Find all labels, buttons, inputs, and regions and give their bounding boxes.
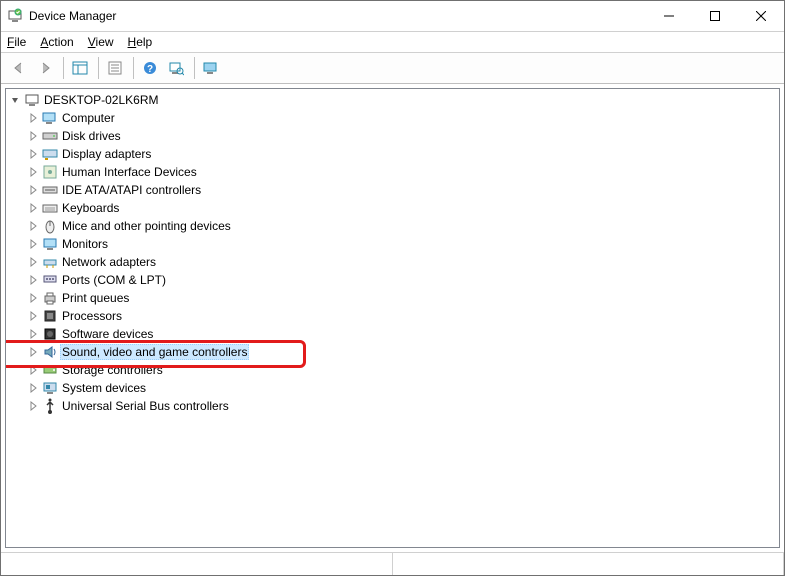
tree-item-label: Print queues [60,291,131,305]
disk-icon [42,128,58,144]
processor-icon [42,308,58,324]
expander-icon[interactable] [26,327,40,341]
tree-root[interactable]: DESKTOP-02LK6RM [6,91,779,109]
tree-item[interactable]: Network adapters [6,253,779,271]
expander-icon[interactable] [26,219,40,233]
menu-help[interactable]: Help [128,35,153,49]
tree-item-label: Mice and other pointing devices [60,219,233,233]
system-icon [42,380,58,396]
menubar: File Action View Help [1,32,784,53]
toolbar: ? [1,53,784,84]
tree-item-label: Ports (COM & LPT) [60,273,168,287]
tree-item[interactable]: IDE ATA/ATAPI controllers [6,181,779,199]
tree-item-label: IDE ATA/ATAPI controllers [60,183,203,197]
tree-item[interactable]: Human Interface Devices [6,163,779,181]
storage-icon [42,362,58,378]
tree-item[interactable]: Universal Serial Bus controllers [6,397,779,415]
tree-item-label: Universal Serial Bus controllers [60,399,231,413]
display-adapter-icon [42,146,58,162]
mouse-icon [42,218,58,234]
tree-item-label: Processors [60,309,124,323]
menu-action[interactable]: Action [40,35,73,49]
expander-icon[interactable] [26,129,40,143]
back-button[interactable] [7,56,31,80]
tree-item-label: Network adapters [60,255,158,269]
statusbar [1,552,784,575]
toolbar-separator [194,57,195,79]
devices-button[interactable] [199,56,223,80]
tree-item[interactable]: Ports (COM & LPT) [6,271,779,289]
expander-icon[interactable] [26,345,40,359]
tree-item[interactable]: Display adapters [6,145,779,163]
properties-button[interactable] [103,56,127,80]
expander-icon[interactable] [26,147,40,161]
tree-item-label: Display adapters [60,147,153,161]
tree-item[interactable]: Print queues [6,289,779,307]
tree-item[interactable]: Keyboards [6,199,779,217]
expander-icon[interactable] [26,201,40,215]
minimize-button[interactable] [646,1,692,31]
network-icon [42,254,58,270]
titlebar: Device Manager [1,1,784,32]
tree-item-label: System devices [60,381,148,395]
software-icon [42,326,58,342]
toolbar-separator [98,57,99,79]
maximize-button[interactable] [692,1,738,31]
tree-item[interactable]: Computer [6,109,779,127]
tree-item[interactable]: Processors [6,307,779,325]
computer-root-icon [24,92,40,108]
tree-item[interactable]: Disk drives [6,127,779,145]
tree-item[interactable]: Software devices [6,325,779,343]
close-button[interactable] [738,1,784,31]
expander-icon[interactable] [8,93,22,107]
expander-icon[interactable] [26,291,40,305]
help-button[interactable]: ? [138,56,162,80]
tree-item[interactable]: Sound, video and game controllers [6,343,779,361]
tree-item[interactable]: Mice and other pointing devices [6,217,779,235]
svg-text:?: ? [147,64,153,75]
usb-icon [42,398,58,414]
ports-icon [42,272,58,288]
menu-view[interactable]: View [88,35,114,49]
expander-icon[interactable] [26,309,40,323]
hid-icon [42,164,58,180]
tree-root-label: DESKTOP-02LK6RM [42,93,161,107]
expander-icon[interactable] [26,183,40,197]
tree-item-label: Storage controllers [60,363,165,377]
monitor-icon [42,236,58,252]
sound-icon [42,344,58,360]
window-title: Device Manager [29,9,646,23]
expander-icon[interactable] [26,399,40,413]
ide-icon [42,182,58,198]
toolbar-separator [133,57,134,79]
expander-icon[interactable] [26,111,40,125]
printer-icon [42,290,58,306]
expander-icon[interactable] [26,273,40,287]
keyboard-icon [42,200,58,216]
expander-icon[interactable] [26,237,40,251]
app-icon [7,8,23,24]
tree-item-label: Human Interface Devices [60,165,199,179]
show-hide-tree-button[interactable] [68,56,92,80]
expander-icon[interactable] [26,165,40,179]
menu-file[interactable]: File [7,35,26,49]
tree-item-label: Sound, video and game controllers [60,344,249,360]
scan-hardware-button[interactable] [164,56,188,80]
tree-item-label: Keyboards [60,201,121,215]
tree-item[interactable]: System devices [6,379,779,397]
tree-item-label: Software devices [60,327,155,341]
expander-icon[interactable] [26,363,40,377]
computer-icon [42,110,58,126]
expander-icon[interactable] [26,255,40,269]
tree-item[interactable]: Storage controllers [6,361,779,379]
expander-icon[interactable] [26,381,40,395]
tree-item[interactable]: Monitors [6,235,779,253]
tree-item-label: Monitors [60,237,110,251]
forward-button[interactable] [33,56,57,80]
toolbar-separator [63,57,64,79]
device-tree[interactable]: DESKTOP-02LK6RM Computer Disk drives Displ… [5,88,780,548]
tree-item-label: Disk drives [60,129,123,143]
tree-item-label: Computer [60,111,117,125]
